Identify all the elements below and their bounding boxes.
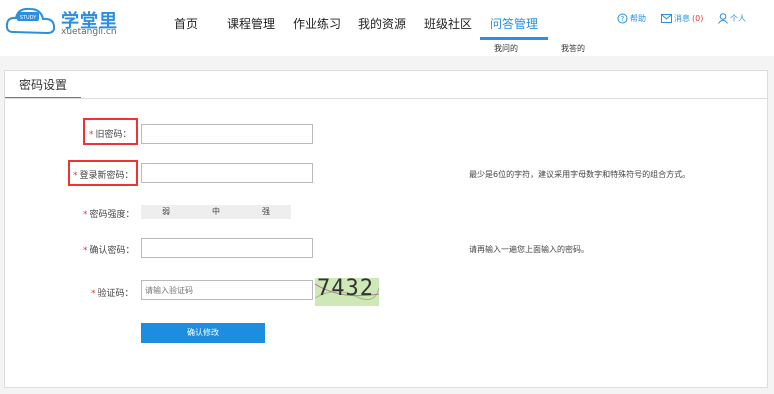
required-mark: *	[73, 171, 78, 181]
help-link[interactable]: ? 帮助	[617, 13, 646, 24]
help-label: 帮助	[630, 14, 646, 23]
logo-badge: STUDY	[20, 15, 37, 21]
old-password-input[interactable]	[141, 124, 313, 144]
messages-link[interactable]: 消息 (0)	[661, 13, 703, 24]
new-password-label: * 登录新密码：	[73, 168, 134, 181]
old-password-label-text: 旧密码：	[95, 130, 132, 140]
captcha-image[interactable]: 7432	[315, 278, 379, 306]
nav-item-homework[interactable]: 作业练习	[293, 15, 341, 32]
captcha-label-text: 验证码：	[97, 289, 134, 299]
required-mark: *	[83, 210, 88, 220]
svg-text:?: ?	[621, 15, 625, 23]
required-mark: *	[89, 130, 94, 140]
help-icon: ?	[617, 13, 628, 24]
header: STUDY 学堂里 xuetangli.cn 首页 课程管理 作业练习 我的资源…	[0, 0, 774, 40]
password-strength-label: * 密码强度：	[83, 207, 135, 220]
strength-medium: 中	[212, 207, 220, 216]
confirm-password-label-text: 确认密码：	[89, 246, 135, 256]
tab-password-settings[interactable]: 密码设置	[5, 73, 81, 99]
logo-subtitle: xuetangli.cn	[61, 27, 117, 37]
nav-item-class-community[interactable]: 班级社区	[424, 15, 472, 32]
subnav-item-my-answers[interactable]: 我答的	[561, 43, 585, 54]
confirm-change-button[interactable]: 确认修改	[141, 323, 265, 343]
confirm-password-input[interactable]	[141, 238, 313, 258]
tab-divider	[5, 98, 767, 99]
password-strength-meter: 弱 中 强	[141, 205, 291, 219]
new-password-label-text: 登录新密码：	[79, 171, 134, 181]
sub-nav: 我问的 我答的	[0, 40, 774, 56]
envelope-icon	[661, 14, 672, 23]
message-count: (0)	[692, 14, 704, 23]
strength-weak: 弱	[162, 207, 170, 216]
captcha-input[interactable]	[141, 280, 313, 300]
old-password-label: * 旧密码：	[89, 127, 132, 140]
required-mark: *	[91, 289, 96, 299]
captcha-code: 7432	[317, 278, 374, 301]
logo[interactable]: STUDY 学堂里 xuetangli.cn	[5, 4, 123, 38]
messages-label: 消息	[674, 14, 690, 23]
subnav-item-my-questions[interactable]: 我问的	[494, 43, 518, 54]
password-strength-label-text: 密码强度：	[89, 210, 135, 220]
password-settings-panel: 密码设置 * 旧密码： * 登录新密码： 最少是6位的字符，建议采用字母数字和特殊符…	[4, 70, 768, 388]
cloud-logo-icon: STUDY	[5, 7, 56, 35]
nav-item-home[interactable]: 首页	[174, 15, 198, 32]
new-password-input[interactable]	[141, 163, 313, 183]
confirm-password-hint: 请再输入一遍您上面输入的密码。	[469, 245, 589, 254]
profile-label: 个人	[730, 14, 746, 23]
new-password-hint: 最少是6位的字符，建议采用字母数字和特殊符号的组合方式。	[469, 170, 691, 179]
captcha-label: * 验证码：	[91, 286, 134, 299]
nav-item-qa-management[interactable]: 问答管理	[490, 15, 538, 32]
required-mark: *	[83, 246, 88, 256]
nav-item-my-resources[interactable]: 我的资源	[358, 15, 406, 32]
strength-strong: 强	[262, 207, 270, 216]
confirm-password-label: * 确认密码：	[83, 243, 135, 256]
nav-item-course-management[interactable]: 课程管理	[227, 15, 275, 32]
user-icon	[718, 13, 728, 24]
profile-link[interactable]: 个人	[718, 13, 746, 24]
